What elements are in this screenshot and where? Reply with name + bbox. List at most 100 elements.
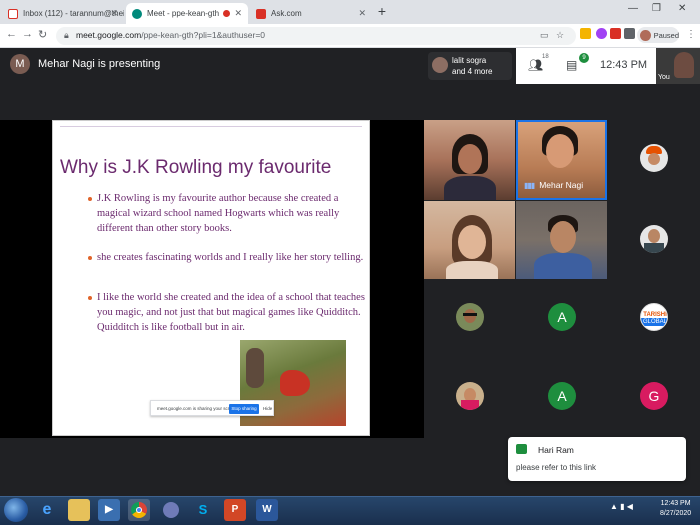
participant-avatar-photo[interactable]	[640, 144, 668, 172]
media-player-icon[interactable]: ▶	[98, 499, 120, 521]
extension-icon[interactable]	[596, 28, 607, 39]
profile-paused-button[interactable]: Paused	[637, 27, 679, 43]
presenter-avatar: M	[10, 54, 30, 74]
close-icon[interactable]: ✕	[234, 8, 242, 19]
people-icon[interactable]: 👥︎	[528, 58, 543, 72]
more-menu-icon[interactable]: ⋮	[686, 29, 696, 40]
bullet-icon	[88, 256, 92, 260]
video-body	[446, 261, 498, 279]
speaker-name: Mehar Nagi	[539, 180, 584, 190]
minimize-icon[interactable]: —	[628, 3, 638, 14]
chat-notification[interactable]: Hari Ram please refer to this link	[508, 437, 686, 481]
bullet-icon	[88, 197, 92, 201]
video-face	[546, 134, 574, 168]
hide-button[interactable]: Hide	[263, 406, 272, 411]
maximize-icon[interactable]: ❐	[652, 3, 661, 14]
share-message: meet.google.com is sharing your screen.	[157, 406, 239, 411]
tab-label: Meet - ppe-kean-gth	[147, 9, 220, 18]
slide-bullet: J.K Rowling is my favourite author becau…	[97, 193, 340, 234]
chat-icon	[516, 444, 527, 454]
forward-icon[interactable]: →	[22, 28, 33, 40]
folder-icon[interactable]	[68, 499, 90, 521]
close-window-icon[interactable]: ✕	[678, 3, 686, 14]
close-icon[interactable]: ✕	[110, 8, 118, 19]
meet-icon	[132, 8, 142, 19]
self-video-tile[interactable]: You	[656, 48, 700, 84]
video-body	[444, 176, 496, 200]
speaker-name-tag: ▮▮▮ Mehar Nagi	[524, 180, 583, 190]
star-icon[interactable]: ☆	[556, 30, 564, 41]
chat-icon[interactable]: ▤	[566, 58, 577, 72]
chrome-icon[interactable]	[160, 499, 182, 521]
slide-title: Why is J.K Rowling my favourite	[60, 157, 332, 178]
recording-icon	[223, 10, 230, 17]
slide-bullet: she creates fascinating worlds and I rea…	[97, 252, 364, 263]
new-tab-button[interactable]: +	[374, 4, 390, 20]
meet-info-panel: 👥︎ 18 ▤ 9 12:43 PM	[516, 48, 656, 84]
participants-preview[interactable]: lalit sogra and 4 more	[428, 52, 512, 80]
screen: Inbox (112) - tarannum@theindi ✕ Meet - …	[0, 0, 700, 525]
image-figure	[246, 348, 264, 388]
gmail-icon	[8, 8, 18, 19]
lock-icon: 🔒︎	[64, 30, 69, 40]
skype-icon[interactable]: S	[192, 499, 214, 521]
tab-meet[interactable]: Meet - ppe-kean-gth ✕	[126, 3, 248, 24]
participant-avatar-photo[interactable]	[640, 225, 668, 253]
avatar	[640, 29, 651, 41]
tab-gmail[interactable]: Inbox (112) - tarannum@theindi ✕	[2, 3, 124, 24]
word-icon[interactable]: W	[256, 499, 278, 521]
powerpoint-icon[interactable]: P	[224, 499, 246, 521]
chrome-icon[interactable]	[128, 499, 150, 521]
browser-toolbar: ← → ↻ 🔒︎ meet.google.com/ppe-kean-gth?pl…	[0, 24, 700, 48]
camera-icon[interactable]: ▭	[540, 30, 549, 41]
address-bar[interactable]: 🔒︎ meet.google.com/ppe-kean-gth?pli=1&au…	[56, 27, 576, 45]
reload-icon[interactable]: ↻	[38, 28, 47, 41]
audio-level-icon: ▮▮▮	[524, 180, 535, 190]
puzzle-icon[interactable]	[624, 28, 635, 39]
participant-avatar-a[interactable]: A	[548, 382, 576, 410]
chat-message: please refer to this link	[516, 463, 597, 472]
avatar	[432, 57, 448, 73]
participant-video[interactable]	[424, 201, 515, 279]
screen-share-bar: meet.google.com is sharing your screen. …	[150, 400, 274, 416]
paused-label: Paused	[653, 30, 679, 40]
back-icon[interactable]: ←	[6, 28, 17, 40]
image-figure	[280, 370, 310, 396]
chat-count-badge: 9	[579, 53, 589, 63]
close-icon[interactable]: ✕	[358, 8, 366, 19]
slide-divider	[60, 126, 362, 127]
extension-icon[interactable]	[580, 28, 591, 39]
url-text: meet.google.com/ppe-kean-gth?pli=1&authu…	[76, 30, 266, 40]
meeting-clock: 12:43 PM	[600, 59, 648, 71]
participant-avatar-photo[interactable]	[456, 303, 484, 331]
start-button[interactable]	[4, 498, 28, 522]
participants-text: lalit sogra and 4 more	[452, 56, 493, 76]
participant-video-active-speaker[interactable]: ▮▮▮ Mehar Nagi	[516, 120, 607, 200]
participant-avatar-a[interactable]: A	[548, 303, 576, 331]
bullet-icon	[88, 296, 92, 300]
tab-ask[interactable]: Ask.com ✕	[250, 3, 372, 24]
slide-bullet: I like the world she created and the ide…	[97, 292, 365, 333]
system-tray: ▲ ▮ ◀︎	[610, 502, 633, 511]
taskbar-clock[interactable]: 12:43 PM 8/27/2020	[660, 499, 691, 519]
browser-tab-strip: Inbox (112) - tarannum@theindi ✕ Meet - …	[0, 0, 700, 24]
tab-label: Inbox (112) - tarannum@theindi	[23, 9, 124, 18]
self-video	[674, 52, 694, 78]
participant-avatar-logo[interactable]: TARISHI GLOBAL	[640, 303, 668, 331]
participant-avatar-g[interactable]: G	[640, 382, 668, 410]
people-count: 18	[542, 54, 549, 60]
ie-icon[interactable]: e	[36, 499, 58, 521]
video-face	[458, 225, 486, 259]
participant-avatar-photo[interactable]	[456, 382, 484, 410]
ask-icon	[256, 8, 266, 19]
presenting-label: Mehar Nagi is presenting	[38, 58, 161, 70]
video-body	[534, 253, 592, 279]
tab-label: Ask.com	[271, 9, 302, 18]
stop-sharing-button[interactable]: Stop sharing	[229, 404, 259, 414]
participant-video[interactable]	[516, 201, 607, 279]
chat-sender: Hari Ram	[538, 445, 574, 455]
self-label: You	[658, 74, 670, 81]
participant-video[interactable]	[424, 120, 515, 200]
extension-icon[interactable]	[610, 28, 621, 39]
video-face	[458, 144, 482, 174]
